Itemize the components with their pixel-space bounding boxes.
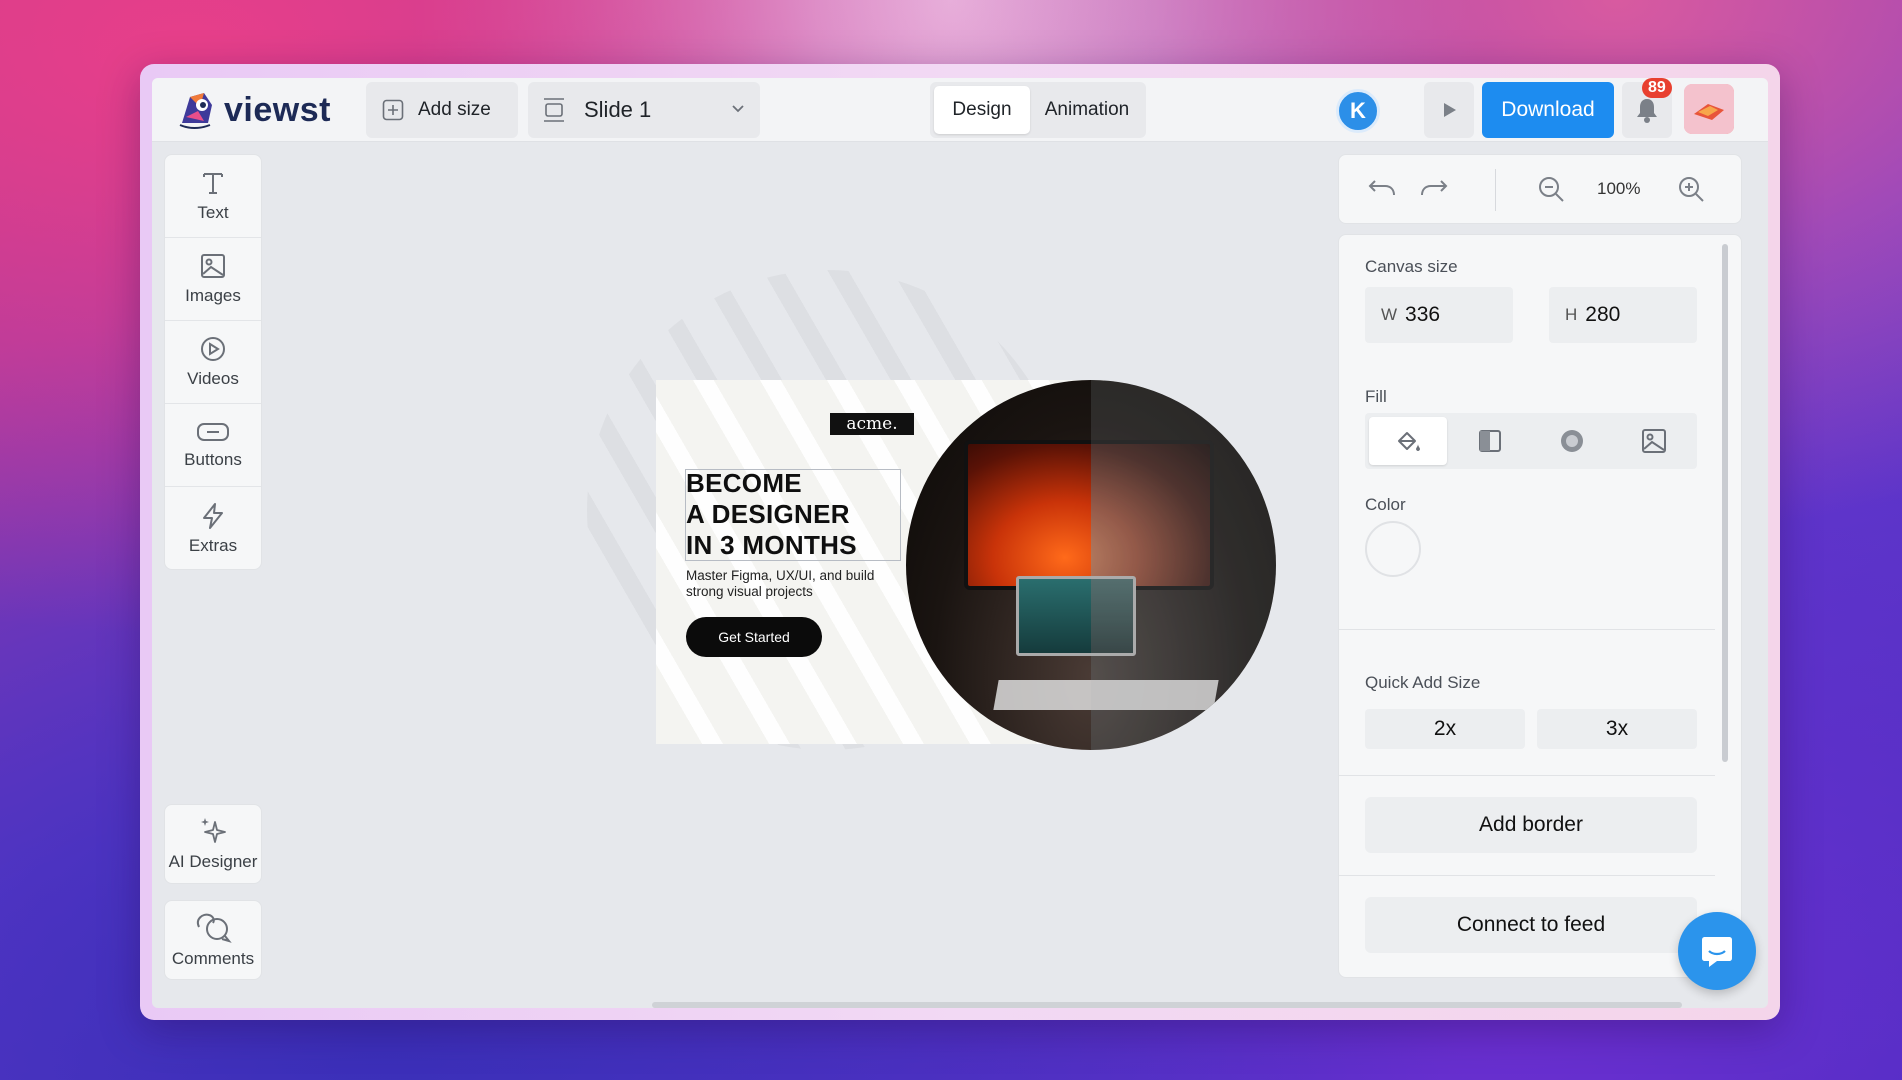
slide-selector[interactable]: Slide 1 (528, 82, 760, 138)
zoom-level[interactable]: 100% (1597, 179, 1640, 199)
tool-label: Extras (188, 535, 238, 555)
fill-radial-button[interactable] (1533, 417, 1611, 465)
slide-label: Slide 1 (584, 97, 652, 122)
tool-label: Videos (187, 369, 239, 388)
zoom-toolbar: 100% (1338, 154, 1742, 224)
fill-label: Fill (1365, 387, 1387, 406)
subtitle-text[interactable]: Master Figma, UX/UI, and build strong vi… (686, 568, 906, 600)
tool-label: Buttons (184, 450, 242, 469)
headline-line: BECOME (686, 468, 802, 498)
color-label: Color (1365, 495, 1406, 514)
plus-square-icon (382, 99, 404, 121)
comments-label: Comments (171, 949, 255, 968)
fill-gradient-button[interactable] (1451, 417, 1529, 465)
image-icon (201, 254, 225, 278)
app-window: viewst Add size Slide 1 Design Animation… (140, 64, 1780, 1020)
button-icon (197, 423, 229, 441)
tool-text[interactable]: Text (165, 155, 261, 238)
play-circle-icon (201, 337, 225, 361)
chameleon-logo-icon (179, 93, 212, 129)
connect-feed-button[interactable]: Connect to feed (1365, 897, 1697, 953)
divider (1339, 775, 1715, 776)
headline-line: IN 3 MONTHS (686, 530, 857, 560)
tool-label: Images (185, 286, 241, 305)
height-key: H (1565, 305, 1578, 324)
tool-videos[interactable]: Videos (165, 321, 261, 404)
support-chat-button[interactable] (1678, 912, 1756, 990)
zoom-out-icon[interactable] (1537, 175, 1565, 203)
fill-type-selector (1365, 413, 1697, 469)
tab-design[interactable]: Design (934, 86, 1030, 134)
lightning-icon (203, 502, 223, 529)
top-bar: viewst Add size Slide 1 Design Animation… (152, 78, 1768, 142)
headline-text[interactable]: BECOME A DESIGNER IN 3 MONTHS (686, 468, 857, 561)
divider (1339, 875, 1715, 876)
canvas-scrollbar[interactable] (652, 1002, 1682, 1008)
ai-designer-button[interactable]: AI Designer (164, 804, 262, 884)
subtitle-line: strong visual projects (686, 584, 813, 599)
chevron-down-icon (732, 105, 744, 113)
headline-line: A DESIGNER (686, 499, 850, 529)
play-icon (1444, 103, 1456, 117)
color-swatch[interactable] (1365, 521, 1421, 577)
tool-extras[interactable]: Extras (165, 487, 261, 570)
quick-add-2x-button[interactable]: 2x (1365, 709, 1525, 749)
bell-icon (1637, 99, 1657, 123)
logo[interactable]: viewst (174, 86, 331, 134)
tab-animation[interactable]: Animation (1034, 86, 1140, 134)
banner-photo[interactable] (906, 380, 1276, 750)
slide-icon (544, 98, 564, 122)
height-field[interactable]: H 280 (1549, 287, 1697, 343)
notification-badge: 89 (1642, 78, 1672, 98)
divider (1339, 629, 1715, 630)
text-icon (203, 173, 223, 194)
workspace-image-icon (1684, 84, 1734, 134)
ai-designer-label: AI Designer (168, 852, 258, 871)
comments-icon (197, 913, 232, 943)
width-value: 336 (1405, 303, 1441, 326)
properties-panel: Canvas size W 336 H 280 Fill Color Quick… (1338, 234, 1742, 978)
gradient-icon (1479, 430, 1501, 452)
width-field[interactable]: W 336 (1365, 287, 1513, 343)
get-started-button[interactable]: Get Started (686, 617, 822, 657)
add-size-label: Add size (418, 99, 491, 120)
width-key: W (1381, 305, 1398, 324)
elements-toolbar: Text Images Videos Buttons Extras (164, 154, 262, 570)
image-icon (1642, 429, 1666, 453)
logo-text: viewst (224, 90, 331, 129)
add-size-button[interactable]: Add size (366, 82, 518, 138)
radial-gradient-icon (1561, 430, 1583, 452)
add-border-button[interactable]: Add border (1365, 797, 1697, 853)
mode-tabs: Design Animation (930, 82, 1146, 138)
editor: viewst Add size Slide 1 Design Animation… (152, 78, 1768, 1008)
preview-button[interactable] (1424, 82, 1474, 138)
quick-add-label: Quick Add Size (1365, 673, 1481, 692)
comments-button[interactable]: Comments (164, 900, 262, 980)
sparkles-icon (201, 818, 226, 843)
fill-image-button[interactable] (1615, 417, 1693, 465)
user-avatar[interactable]: K (1336, 89, 1380, 133)
quick-add-3x-button[interactable]: 3x (1537, 709, 1697, 749)
tool-label: Text (197, 203, 229, 222)
chat-icon (1702, 937, 1732, 967)
workspace-thumbnail[interactable] (1684, 84, 1734, 134)
canvas-size-label: Canvas size (1365, 257, 1458, 276)
photo-overlay (1091, 380, 1276, 750)
download-button[interactable]: Download (1482, 82, 1614, 138)
paint-bucket-icon (1398, 432, 1420, 451)
tool-images[interactable]: Images (165, 238, 261, 321)
zoom-in-icon[interactable] (1677, 175, 1705, 203)
redo-icon[interactable] (1419, 175, 1449, 201)
divider (1495, 169, 1496, 211)
tool-buttons[interactable]: Buttons (165, 404, 261, 487)
undo-icon[interactable] (1367, 175, 1397, 201)
properties-scrollbar[interactable] (1722, 244, 1728, 762)
brand-logo[interactable]: acme. (830, 413, 914, 435)
fill-solid-button[interactable] (1369, 417, 1447, 465)
subtitle-line: Master Figma, UX/UI, and build (686, 568, 875, 583)
height-value: 280 (1585, 303, 1621, 326)
